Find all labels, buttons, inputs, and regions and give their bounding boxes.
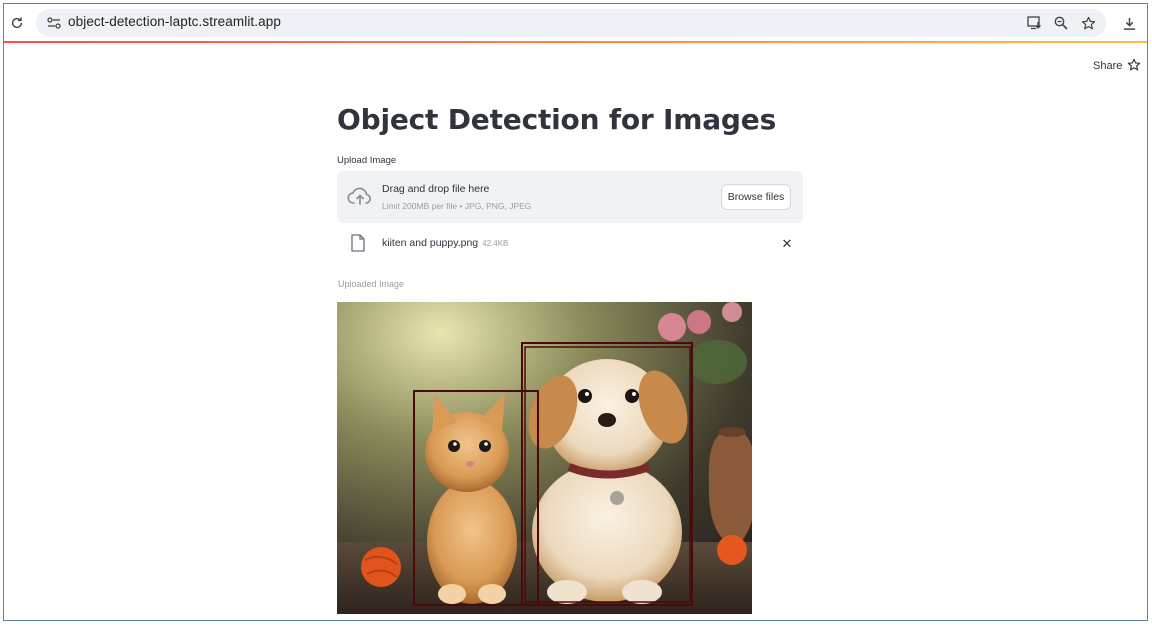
file-name: kiiten and puppy.png <box>382 237 479 249</box>
page-title: Object Detection for Images <box>337 103 777 136</box>
cloud-upload-icon <box>347 185 373 209</box>
address-bar[interactable]: object-detection-laptc.streamlit.app <box>36 9 1106 37</box>
site-settings-icon[interactable] <box>44 13 64 33</box>
dropzone-instructions: Drag and drop file here <box>382 183 490 195</box>
file-name-row: kiiten and puppy.png 42.4KB <box>382 237 508 249</box>
url-text[interactable]: object-detection-laptc.streamlit.app <box>68 14 281 29</box>
zoom-icon[interactable] <box>1051 13 1071 33</box>
uploaded-image <box>337 302 752 614</box>
file-size: 42.4KB <box>482 239 509 248</box>
streamlit-header-decoration <box>4 41 1147 43</box>
share-button[interactable]: Share <box>1093 60 1122 72</box>
reload-icon[interactable] <box>6 12 28 34</box>
browser-window: object-detection-laptc.streamlit.app Sha… <box>3 3 1148 621</box>
remove-file-button[interactable]: ✕ <box>779 236 795 252</box>
file-dropzone[interactable]: Drag and drop file here Limit 200MB per … <box>337 171 803 223</box>
upload-label: Upload Image <box>337 155 397 166</box>
uploaded-file-item: kiiten and puppy.png 42.4KB ✕ <box>337 231 803 257</box>
image-caption: Uploaded Image <box>338 279 405 289</box>
browse-files-button[interactable]: Browse files <box>721 184 791 210</box>
detection-image <box>337 302 752 614</box>
favorite-star-icon[interactable] <box>1127 57 1143 73</box>
bookmark-star-icon[interactable] <box>1078 13 1098 33</box>
dropzone-limits: Limit 200MB per file • JPG, PNG, JPEG <box>382 201 532 211</box>
install-app-icon[interactable] <box>1024 13 1044 33</box>
download-icon[interactable] <box>1118 12 1140 34</box>
file-icon <box>351 234 367 254</box>
browser-toolbar: object-detection-laptc.streamlit.app <box>4 4 1147 41</box>
